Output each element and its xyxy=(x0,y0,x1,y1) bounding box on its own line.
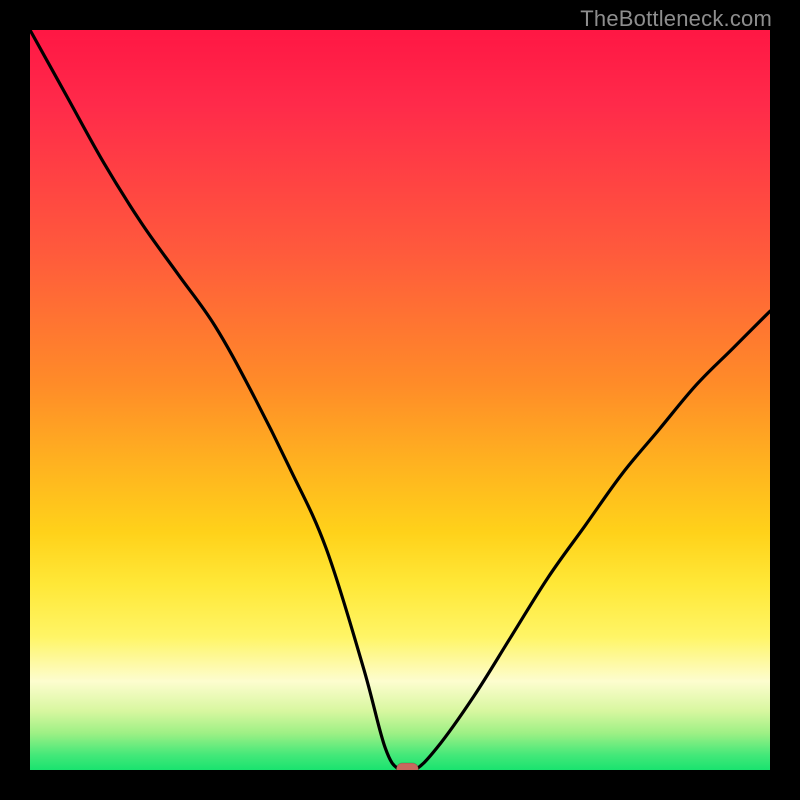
curve-line xyxy=(30,30,770,770)
credit-label: TheBottleneck.com xyxy=(580,6,772,32)
chart-frame: TheBottleneck.com xyxy=(0,0,800,800)
bottleneck-curve xyxy=(30,30,770,770)
optimal-point-marker xyxy=(396,763,418,770)
plot-area xyxy=(30,30,770,770)
